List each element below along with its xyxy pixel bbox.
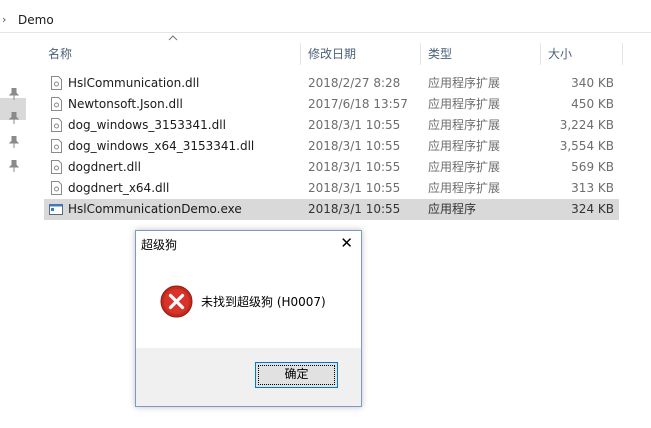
file-name: HslCommunicationDemo.exe — [68, 202, 242, 216]
file-size: 569 KB — [571, 160, 614, 174]
file-date: 2017/6/18 13:57 — [308, 97, 408, 111]
file-list: HslCommunication.dll 2018/2/27 8:28 应用程序… — [44, 73, 619, 220]
sort-ascending-icon — [168, 35, 178, 41]
dll-file-icon — [51, 160, 62, 174]
exe-file-icon — [49, 204, 63, 215]
column-header-date[interactable]: 修改日期 — [308, 41, 356, 67]
file-size: 340 KB — [571, 76, 614, 90]
error-dialog: 超级狗 ✕ 未找到超级狗 (H0007) 确定 — [135, 230, 362, 407]
file-name: dogdnert.dll — [68, 160, 141, 174]
column-divider[interactable] — [540, 43, 541, 65]
file-name: dog_windows_3153341.dll — [68, 118, 226, 132]
file-size: 313 KB — [571, 181, 614, 195]
close-icon[interactable]: ✕ — [340, 234, 353, 252]
dll-file-icon — [51, 139, 62, 153]
ok-button[interactable]: 确定 — [255, 362, 338, 388]
dialog-message: 未找到超级狗 (H0007) — [201, 295, 326, 309]
file-name: HslCommunication.dll — [68, 76, 200, 90]
file-date: 2018/3/1 10:55 — [308, 181, 401, 195]
dialog-title: 超级狗 — [141, 238, 178, 252]
file-row[interactable]: dogdnert_x64.dll 2018/3/1 10:55 应用程序扩展 3… — [44, 178, 619, 199]
pin-icon[interactable] — [9, 136, 19, 148]
file-type: 应用程序扩展 — [428, 118, 501, 132]
file-type: 应用程序扩展 — [428, 139, 501, 153]
file-type: 应用程序 — [428, 202, 477, 216]
file-row-selected[interactable]: HslCommunicationDemo.exe 2018/3/1 10:55 … — [44, 199, 619, 220]
file-name: Newtonsoft.Json.dll — [68, 97, 183, 111]
dll-file-icon — [51, 97, 62, 111]
file-size: 324 KB — [571, 202, 614, 216]
dialog-body: 未找到超级狗 (H0007) — [136, 259, 361, 348]
column-header-type[interactable]: 类型 — [428, 41, 452, 67]
column-divider[interactable] — [300, 43, 301, 65]
file-size: 3,224 KB — [559, 118, 614, 132]
file-size: 3,554 KB — [559, 139, 614, 153]
file-type: 应用程序扩展 — [428, 181, 501, 195]
pin-icon[interactable] — [9, 160, 19, 172]
navigation-pane — [0, 40, 28, 428]
dll-file-icon — [51, 118, 62, 132]
file-date: 2018/3/1 10:55 — [308, 160, 401, 174]
file-row[interactable]: dog_windows_3153341.dll 2018/3/1 10:55 应… — [44, 115, 619, 136]
column-headers: 名称 修改日期 类型 大小 — [44, 35, 624, 67]
file-name: dogdnert_x64.dll — [68, 181, 170, 195]
column-header-name[interactable]: 名称 — [48, 41, 72, 67]
breadcrumb-chevron-icon[interactable]: › — [2, 13, 6, 26]
file-date: 2018/2/27 8:28 — [308, 76, 401, 90]
dll-file-icon — [51, 76, 62, 90]
breadcrumb-folder-demo[interactable]: Demo — [18, 13, 54, 27]
pin-icon[interactable] — [9, 88, 19, 100]
file-row[interactable]: dogdnert.dll 2018/3/1 10:55 应用程序扩展 569 K… — [44, 157, 619, 178]
file-type: 应用程序扩展 — [428, 76, 501, 90]
file-size: 450 KB — [571, 97, 614, 111]
file-row[interactable]: dog_windows_x64_3153341.dll 2018/3/1 10:… — [44, 136, 619, 157]
address-bar[interactable]: › Demo — [0, 10, 651, 33]
file-date: 2018/3/1 10:55 — [308, 202, 401, 216]
dialog-footer: 确定 — [136, 348, 361, 406]
error-icon — [160, 285, 193, 318]
file-row[interactable]: Newtonsoft.Json.dll 2017/6/18 13:57 应用程序… — [44, 94, 619, 115]
pin-icon[interactable] — [9, 112, 19, 124]
file-name: dog_windows_x64_3153341.dll — [68, 139, 255, 153]
file-row[interactable]: HslCommunication.dll 2018/2/27 8:28 应用程序… — [44, 73, 619, 94]
column-header-size[interactable]: 大小 — [548, 41, 572, 67]
file-type: 应用程序扩展 — [428, 160, 501, 174]
file-type: 应用程序扩展 — [428, 97, 501, 111]
file-date: 2018/3/1 10:55 — [308, 139, 401, 153]
ok-button-label: 确定 — [284, 367, 309, 381]
dll-file-icon — [51, 181, 62, 195]
column-divider[interactable] — [622, 43, 623, 65]
file-date: 2018/3/1 10:55 — [308, 118, 401, 132]
column-divider[interactable] — [420, 43, 421, 65]
